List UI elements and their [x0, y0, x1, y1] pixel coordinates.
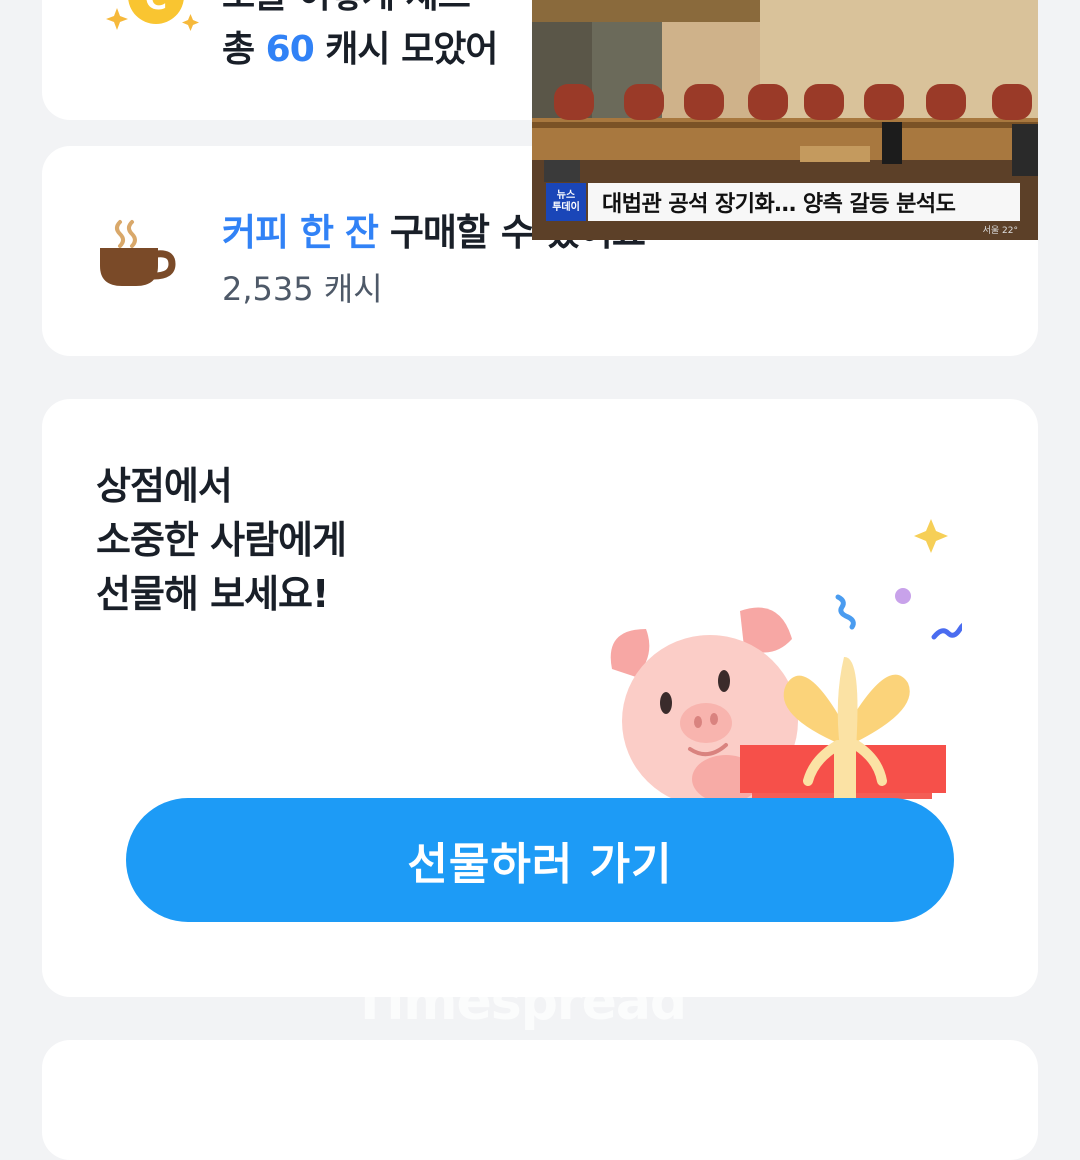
coffee-cup-icon	[100, 220, 176, 286]
coffee-title-highlight: 커피 한 잔	[222, 211, 379, 254]
summary-prefix: 총	[222, 29, 266, 70]
go-gift-button[interactable]: 선물하러 가기	[126, 798, 954, 922]
coffee-cash-amount: 2,535 캐시	[222, 270, 383, 308]
news-logo-line-2: 투데이	[552, 202, 580, 213]
news-caption: 대법관 공석 장기화… 양측 갈등 분석도	[588, 183, 1020, 221]
pig-with-gift-illustration	[610, 519, 962, 799]
summary-amount: 60	[265, 29, 315, 70]
summary-line-1: 오늘 이렇게 제스	[222, 0, 471, 18]
next-card[interactable]	[42, 1040, 1038, 1160]
watermark: Timespread	[352, 972, 687, 1032]
gift-line-3: 선물해 보세요!	[96, 572, 329, 616]
gift-line-2: 소중한 사람에게	[96, 518, 347, 562]
summary-suffix: 캐시 모았어	[313, 29, 498, 70]
coin-letter: C	[145, 0, 167, 17]
gift-line-1: 상점에서	[96, 464, 233, 508]
coin-icon: C	[106, 0, 199, 31]
news-logo-line-1: 뉴스	[556, 190, 576, 201]
news-video-overlay[interactable]: 뉴스 투데이 대법관 공석 장기화… 양측 갈등 분석도 서울 22°	[532, 0, 1038, 240]
news-channel-logo: 뉴스 투데이	[546, 183, 586, 221]
gift-card: 상점에서 소중한 사람에게 선물해 보세요! 선물하러 가기	[42, 399, 1038, 997]
gift-message: 상점에서 소중한 사람에게 선물해 보세요!	[96, 459, 347, 621]
summary-line-2: 총 60 캐시 모았어	[222, 20, 498, 72]
news-caption-meta: 서울 22°	[982, 226, 1018, 236]
